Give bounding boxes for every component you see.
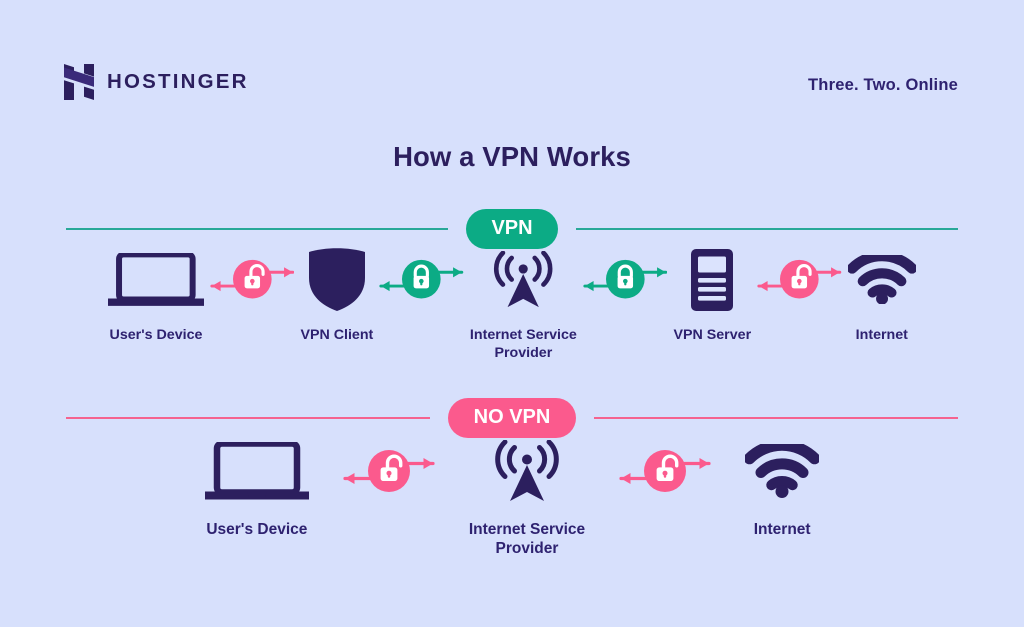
wifi-icon bbox=[745, 441, 820, 501]
flow-node: VPN Client bbox=[300, 247, 374, 345]
shield-icon bbox=[307, 247, 367, 311]
tagline: Three. Two. Online bbox=[808, 76, 958, 94]
locked-padlock-icon bbox=[379, 252, 464, 307]
flow-node-label: User's Device bbox=[109, 327, 203, 344]
flow-node-label: Internet Service Provider bbox=[468, 521, 586, 557]
laptop-icon bbox=[108, 252, 204, 307]
brand-name: HOSTINGER bbox=[107, 69, 249, 93]
unlocked-padlock-icon bbox=[619, 441, 711, 501]
broadcast-tower-icon bbox=[491, 251, 555, 308]
flow-connector bbox=[210, 252, 295, 307]
flow-connector bbox=[379, 252, 464, 307]
divider-rule-left bbox=[66, 417, 430, 419]
locked-padlock-icon bbox=[583, 252, 668, 307]
flow-node-label: Internet bbox=[753, 521, 811, 538]
page-title: How a VPN Works bbox=[393, 141, 631, 172]
flow-node-label: Internet Service Provider bbox=[469, 327, 577, 361]
section-badge-novpn: NO VPN bbox=[447, 398, 577, 438]
flow-connector bbox=[619, 441, 711, 501]
flow-node-label: VPN Client bbox=[300, 327, 374, 344]
section-badge-vpn: VPN bbox=[466, 209, 558, 249]
server-icon bbox=[691, 248, 734, 311]
divider-rule-right bbox=[575, 228, 958, 230]
section-divider-vpn: VPN bbox=[66, 209, 958, 249]
unlocked-padlock-icon bbox=[210, 252, 295, 307]
infographic-canvas: HOSTINGER Three. Two. Online How a VPN W… bbox=[0, 0, 1024, 627]
flow-node: User's Device bbox=[204, 441, 309, 540]
flow-node: Internet Service Provider bbox=[468, 440, 586, 559]
flow-node: VPN Server bbox=[673, 248, 752, 345]
unlocked-padlock-icon bbox=[343, 441, 435, 501]
flow-node: Internet bbox=[745, 441, 820, 540]
broadcast-tower-icon bbox=[492, 440, 562, 501]
hostinger-h-logo-icon bbox=[64, 64, 94, 100]
brand-logo: HOSTINGER bbox=[64, 64, 249, 100]
flow-connector bbox=[757, 252, 842, 307]
flow-node-label: Internet bbox=[855, 327, 908, 344]
wifi-icon bbox=[847, 252, 916, 307]
flow-node: Internet bbox=[847, 252, 916, 345]
laptop-icon bbox=[204, 441, 309, 501]
flow-node: Internet Service Provider bbox=[469, 251, 577, 362]
flow-connector bbox=[583, 252, 668, 307]
flow-row-novpn: User's Device Internet Service Provider bbox=[0, 440, 1024, 559]
divider-rule-right bbox=[594, 417, 958, 419]
flow-node-label: VPN Server bbox=[673, 327, 752, 344]
unlocked-padlock-icon bbox=[757, 252, 842, 307]
divider-rule-left bbox=[66, 228, 449, 230]
flow-connector bbox=[343, 441, 435, 501]
flow-row-vpn: User's Device VPN Client Internet Servic… bbox=[0, 247, 1024, 362]
flow-node-label: User's Device bbox=[206, 521, 308, 538]
section-divider-novpn: NO VPN bbox=[66, 398, 958, 438]
flow-node: User's Device bbox=[108, 252, 204, 345]
